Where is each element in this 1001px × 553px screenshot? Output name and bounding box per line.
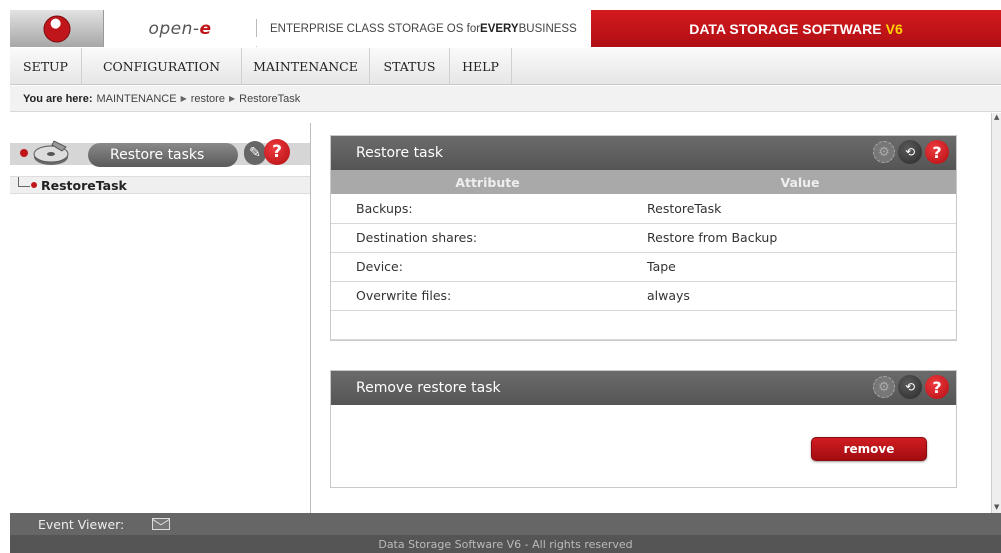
table-empty-row (331, 310, 956, 340)
column-header-attribute: Attribute (331, 170, 644, 194)
breadcrumb: You are here: MAINTENANCE ▶ restore ▶ Re… (10, 86, 1001, 112)
scroll-down-icon[interactable]: ▼ (994, 503, 1000, 511)
attribute-cell: Overwrite files: (331, 281, 644, 311)
table-row: Backups: RestoreTask (331, 194, 956, 224)
breadcrumb-item-maintenance[interactable]: MAINTENANCE (97, 93, 177, 105)
product-version: V6 (885, 20, 903, 37)
restore-task-table: Attribute Value Backups: RestoreTask Des… (331, 170, 956, 340)
attribute-cell: Device: (331, 252, 644, 282)
product-name: DATA STORAGE SOFTWARE (689, 20, 882, 37)
breadcrumb-prefix: You are here: (23, 92, 93, 105)
event-viewer-bar: Event Viewer: (10, 513, 1001, 535)
tree-bullet-icon (31, 182, 37, 188)
column-header-value: Value (644, 170, 956, 194)
footer: Data Storage Software V6 - All rights re… (10, 535, 1001, 553)
refresh-icon[interactable]: ⟲ (898, 140, 922, 164)
gear-icon[interactable]: ⚙ (873, 376, 895, 398)
left-tree-panel: Restore tasks ✎ ? RestoreTask (10, 123, 311, 513)
main-menu: SETUP CONFIGURATION MAINTENANCE STATUS H… (10, 48, 1001, 85)
copyright-text: Data Storage Software V6 - All rights re… (378, 537, 633, 551)
table-row: Destination shares: Restore from Backup (331, 223, 956, 253)
menu-help[interactable]: HELP (450, 48, 512, 85)
scroll-up-icon[interactable]: ▲ (994, 113, 1000, 121)
menu-status[interactable]: STATUS (370, 48, 450, 85)
tree-item-restoretask[interactable]: RestoreTask (10, 176, 310, 194)
value-cell: RestoreTask (644, 194, 956, 224)
top-header: open-e ENTERPRISE CLASS STORAGE OS for E… (10, 10, 1001, 47)
breadcrumb-item-restore[interactable]: restore (191, 93, 225, 105)
attribute-cell: Backups: (331, 194, 644, 224)
table-header-row: Attribute Value (331, 170, 956, 194)
tree-connector (18, 177, 30, 187)
remove-restore-task-header: Remove restore task ⚙ ⟲ ? (331, 371, 956, 405)
remove-button[interactable]: remove (811, 437, 927, 461)
vertical-scrollbar[interactable]: ▲ ▼ (991, 113, 1001, 513)
panel-tools: ⚙ ⟲ ? (873, 140, 949, 164)
restore-task-title: Restore task (356, 145, 444, 161)
tree-item-label[interactable]: RestoreTask (41, 178, 127, 193)
attribute-cell: Destination shares: (331, 223, 644, 253)
mail-icon[interactable] (152, 518, 171, 530)
product-title: DATA STORAGE SOFTWARE V6 (591, 10, 1001, 47)
help-icon[interactable]: ? (925, 375, 949, 399)
brand-name: open- (148, 18, 200, 39)
value-cell: Restore from Backup (644, 223, 956, 253)
restore-task-panel: Restore task ⚙ ⟲ ? Attribute Value Backu… (330, 135, 957, 341)
brand-logo: open-e (104, 10, 256, 47)
menu-maintenance[interactable]: MAINTENANCE (242, 48, 370, 85)
gear-icon[interactable]: ⚙ (873, 141, 895, 163)
tape-drive-icon (33, 140, 69, 165)
event-viewer-label: Event Viewer: (38, 516, 125, 532)
table-row: Device: Tape (331, 252, 956, 282)
refresh-icon[interactable]: ⟲ (898, 375, 922, 399)
tree-header: Restore tasks ✎ ? (10, 131, 310, 175)
tagline-suffix: BUSINESS (518, 22, 577, 35)
tree-title: Restore tasks (88, 143, 238, 167)
table-row: Overwrite files: always (331, 281, 956, 311)
breadcrumb-item-restoretask: RestoreTask (239, 92, 301, 105)
red-dot-icon (20, 149, 28, 157)
value-cell: Tape (644, 252, 956, 282)
help-icon[interactable]: ? (264, 139, 290, 165)
breadcrumb-arrow-icon: ▶ (180, 94, 187, 103)
wrench-logo-icon (43, 15, 70, 42)
remove-restore-task-title: Remove restore task (356, 380, 501, 396)
menu-setup[interactable]: SETUP (10, 48, 82, 85)
wrench-icon[interactable]: ✎ (244, 141, 266, 165)
tagline-bold: EVERY (480, 22, 519, 35)
tagline: ENTERPRISE CLASS STORAGE OS for EVERY BU… (257, 10, 591, 47)
panel-tools: ⚙ ⟲ ? (873, 375, 949, 399)
content-area: Restore task ⚙ ⟲ ? Attribute Value Backu… (312, 123, 991, 513)
brand-accent: e (199, 18, 212, 39)
home-logo-button[interactable] (10, 10, 104, 47)
remove-restore-task-panel: Remove restore task ⚙ ⟲ ? remove (330, 370, 957, 488)
help-icon[interactable]: ? (925, 140, 949, 164)
value-cell: always (644, 281, 956, 311)
remove-panel-body: remove (331, 405, 956, 487)
tagline-prefix: ENTERPRISE CLASS STORAGE OS for (270, 22, 481, 35)
restore-task-header: Restore task ⚙ ⟲ ? (331, 136, 956, 170)
breadcrumb-arrow-icon: ▶ (228, 94, 236, 103)
menu-configuration[interactable]: CONFIGURATION (82, 48, 242, 85)
